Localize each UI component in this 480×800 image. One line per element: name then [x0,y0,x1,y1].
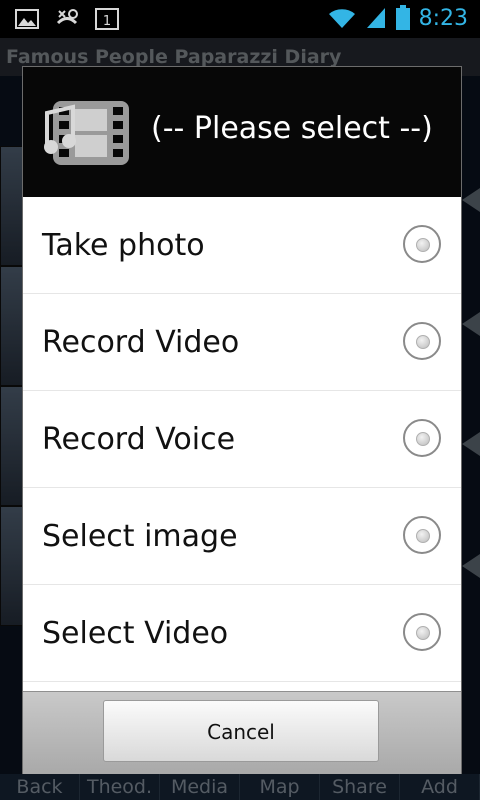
option-record-voice[interactable]: Record Voice [23,391,461,488]
option-label: Take photo [42,228,205,263]
dialog-header: (-- Please select --) [23,67,461,197]
options-list: Take photo Record Video Record Voice Sel… [23,197,461,682]
option-select-video[interactable]: Select Video [23,585,461,682]
radio-dot [416,335,430,349]
radio-button[interactable] [403,225,441,263]
radio-button[interactable] [403,322,441,360]
dialog-footer: Cancel [23,691,461,774]
radio-button[interactable] [403,613,441,651]
radio-dot [416,529,430,543]
status-bar: 1 8:23 [0,0,480,38]
radio-button[interactable] [403,516,441,554]
signal-icon [366,8,385,28]
battery-icon [395,5,410,30]
option-label: Record Video [42,325,240,360]
option-record-video[interactable]: Record Video [23,294,461,391]
media-icon [44,101,129,165]
radio-button[interactable] [403,419,441,457]
dialog-title: (-- Please select --) [151,111,433,146]
option-label: Select Video [42,616,229,651]
missed-call-icon [56,9,78,25]
option-take-photo[interactable]: Take photo [23,197,461,294]
clock: 8:23 [418,5,468,31]
calendar-day: 1 [103,14,111,29]
calendar-icon: 1 [95,8,119,30]
radio-dot [416,626,430,640]
wifi-icon [328,9,355,29]
option-select-image[interactable]: Select image [23,488,461,585]
option-label: Record Voice [42,422,236,457]
select-media-dialog: (-- Please select --) Take photo Record … [22,66,462,774]
radio-dot [416,432,430,446]
option-label: Select image [42,519,238,554]
image-notification-icon [15,9,39,29]
radio-dot [416,238,430,252]
cancel-button[interactable]: Cancel [103,700,379,762]
